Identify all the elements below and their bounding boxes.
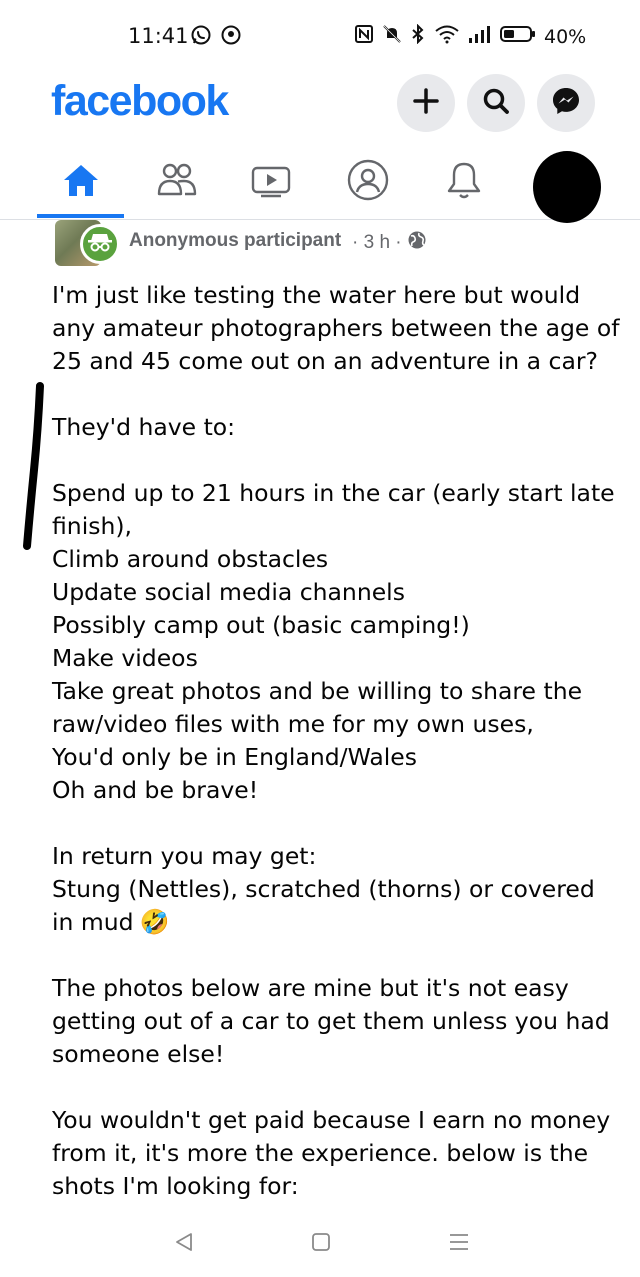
post-line: You'd only be in England/Wales <box>52 741 612 774</box>
post-header: Anonymous participant · 3 h · <box>0 216 640 266</box>
post-line: Update social media channels <box>52 576 612 609</box>
post-line-text: shots I'm looking for: <box>52 1172 299 1200</box>
recents-button[interactable] <box>443 1228 475 1260</box>
post-line-text: I'm just like testing the water here but… <box>52 281 581 309</box>
home-system-button[interactable] <box>305 1228 337 1260</box>
post-line-text: getting out of a car to get them unless … <box>52 1007 610 1035</box>
post-line-text: The photos below are mine but it's not e… <box>52 974 569 1002</box>
anonymous-avatar[interactable] <box>80 224 120 264</box>
post-line-text: Climb around obstacles <box>52 545 329 573</box>
post-meta: · 3 h · <box>352 230 427 256</box>
laughing-emoji-icon: 🤣 <box>139 908 170 936</box>
profile-icon <box>346 158 390 207</box>
post-body: I'm just like testing the water here but… <box>52 279 620 1203</box>
post-line-text: finish), <box>52 512 133 540</box>
post-line-text: In return you may get: <box>52 842 317 870</box>
post-line-text: raw/video files with me for my own uses, <box>52 710 534 738</box>
location-icon <box>220 24 242 51</box>
post-line-text: You'd only be in England/Wales <box>52 743 417 771</box>
signal-icon <box>468 24 492 49</box>
tab-menu-redacted[interactable] <box>533 151 601 223</box>
tab-friends[interactable] <box>137 158 217 206</box>
post-line: getting out of a car to get them unless … <box>52 1005 612 1038</box>
post-line: Oh and be brave! <box>52 774 612 807</box>
mute-icon <box>382 24 402 49</box>
post-line-text: any amateur photographers between the ag… <box>52 314 620 342</box>
post-line-text: 25 and 45 come out on an adventure in a … <box>52 347 598 375</box>
post-line: I'm just like testing the water here but… <box>52 279 612 312</box>
wifi-icon <box>434 24 460 49</box>
battery-percent: 40% <box>544 25 587 48</box>
status-right-icons: 40% <box>354 23 587 49</box>
post-author[interactable]: Anonymous participant <box>129 230 341 252</box>
messenger-button[interactable] <box>537 74 595 132</box>
system-navigation-bar <box>0 1210 640 1277</box>
plus-icon <box>413 87 439 119</box>
menu-lines-icon <box>448 1231 470 1258</box>
whatsapp-icon <box>190 24 212 51</box>
post-line-text: Spend up to 21 hours in the car (early s… <box>52 479 615 507</box>
nfc-icon <box>354 24 374 49</box>
messenger-icon <box>551 86 581 121</box>
status-left-icons <box>190 24 242 51</box>
post-line-text: Stung (Nettles), scratched (thorns) or c… <box>52 875 595 903</box>
post-time[interactable]: · 3 h · <box>352 232 402 254</box>
post-line: Spend up to 21 hours in the car (early s… <box>52 477 615 510</box>
square-icon <box>310 1231 332 1258</box>
back-button[interactable] <box>168 1228 200 1260</box>
globe-icon <box>407 230 427 256</box>
post-line: The photos below are mine but it's not e… <box>52 972 612 1005</box>
post-line-text: Possibly camp out (basic camping!) <box>52 611 470 639</box>
post-line: finish), <box>52 510 612 543</box>
bell-icon <box>444 159 484 206</box>
post-line-text: Oh and be brave! <box>52 776 259 804</box>
post-line: shots I'm looking for: <box>52 1170 612 1203</box>
post-line-text: Update social media channels <box>52 578 405 606</box>
post-line-text: You wouldn't get paid because I earn no … <box>52 1106 611 1134</box>
post-line-text: from it, it's more the experience. below… <box>52 1139 589 1167</box>
tab-watch[interactable] <box>231 158 311 206</box>
tab-profile[interactable] <box>328 158 408 206</box>
post-line: in mud 🤣 <box>52 906 612 939</box>
app-header: facebook <box>0 72 640 142</box>
friends-icon <box>155 162 199 203</box>
bluetooth-icon <box>410 23 426 49</box>
search-icon <box>482 87 510 120</box>
facebook-logo[interactable]: facebook <box>51 77 229 126</box>
post-line-text: Make videos <box>52 644 198 672</box>
post-line-text: They'd have to: <box>52 413 236 441</box>
post-line: Possibly camp out (basic camping!) <box>52 609 612 642</box>
home-icon <box>61 162 101 203</box>
post-line: 25 and 45 come out on an adventure in a … <box>52 345 612 378</box>
post-line: Take great photos and be willing to shar… <box>52 675 612 708</box>
battery-icon <box>500 24 536 49</box>
video-icon <box>249 162 293 203</box>
post-line: They'd have to: <box>52 411 612 444</box>
post-line: Stung (Nettles), scratched (thorns) or c… <box>52 873 612 906</box>
status-time: 11:41 <box>128 24 189 48</box>
search-button[interactable] <box>467 74 525 132</box>
incognito-icon <box>87 231 113 258</box>
create-button[interactable] <box>397 74 455 132</box>
post-line: Make videos <box>52 642 612 675</box>
post-line: any amateur photographers between the ag… <box>52 312 620 345</box>
post-line: You wouldn't get paid because I earn no … <box>52 1104 612 1137</box>
post-line: someone else! <box>52 1038 612 1071</box>
post-line-text: Take great photos and be willing to shar… <box>52 677 583 705</box>
tab-notifications[interactable] <box>424 158 504 206</box>
tab-home[interactable] <box>41 158 121 206</box>
post-line: In return you may get: <box>52 840 612 873</box>
status-bar: 11:41 40% <box>0 0 640 72</box>
post-line: Climb around obstacles <box>52 543 612 576</box>
post-line-text: someone else! <box>52 1040 225 1068</box>
back-triangle-icon <box>173 1231 195 1258</box>
post-line-text: in mud <box>52 908 134 936</box>
post-line: raw/video files with me for my own uses, <box>52 708 612 741</box>
post-line: from it, it's more the experience. below… <box>52 1137 612 1170</box>
